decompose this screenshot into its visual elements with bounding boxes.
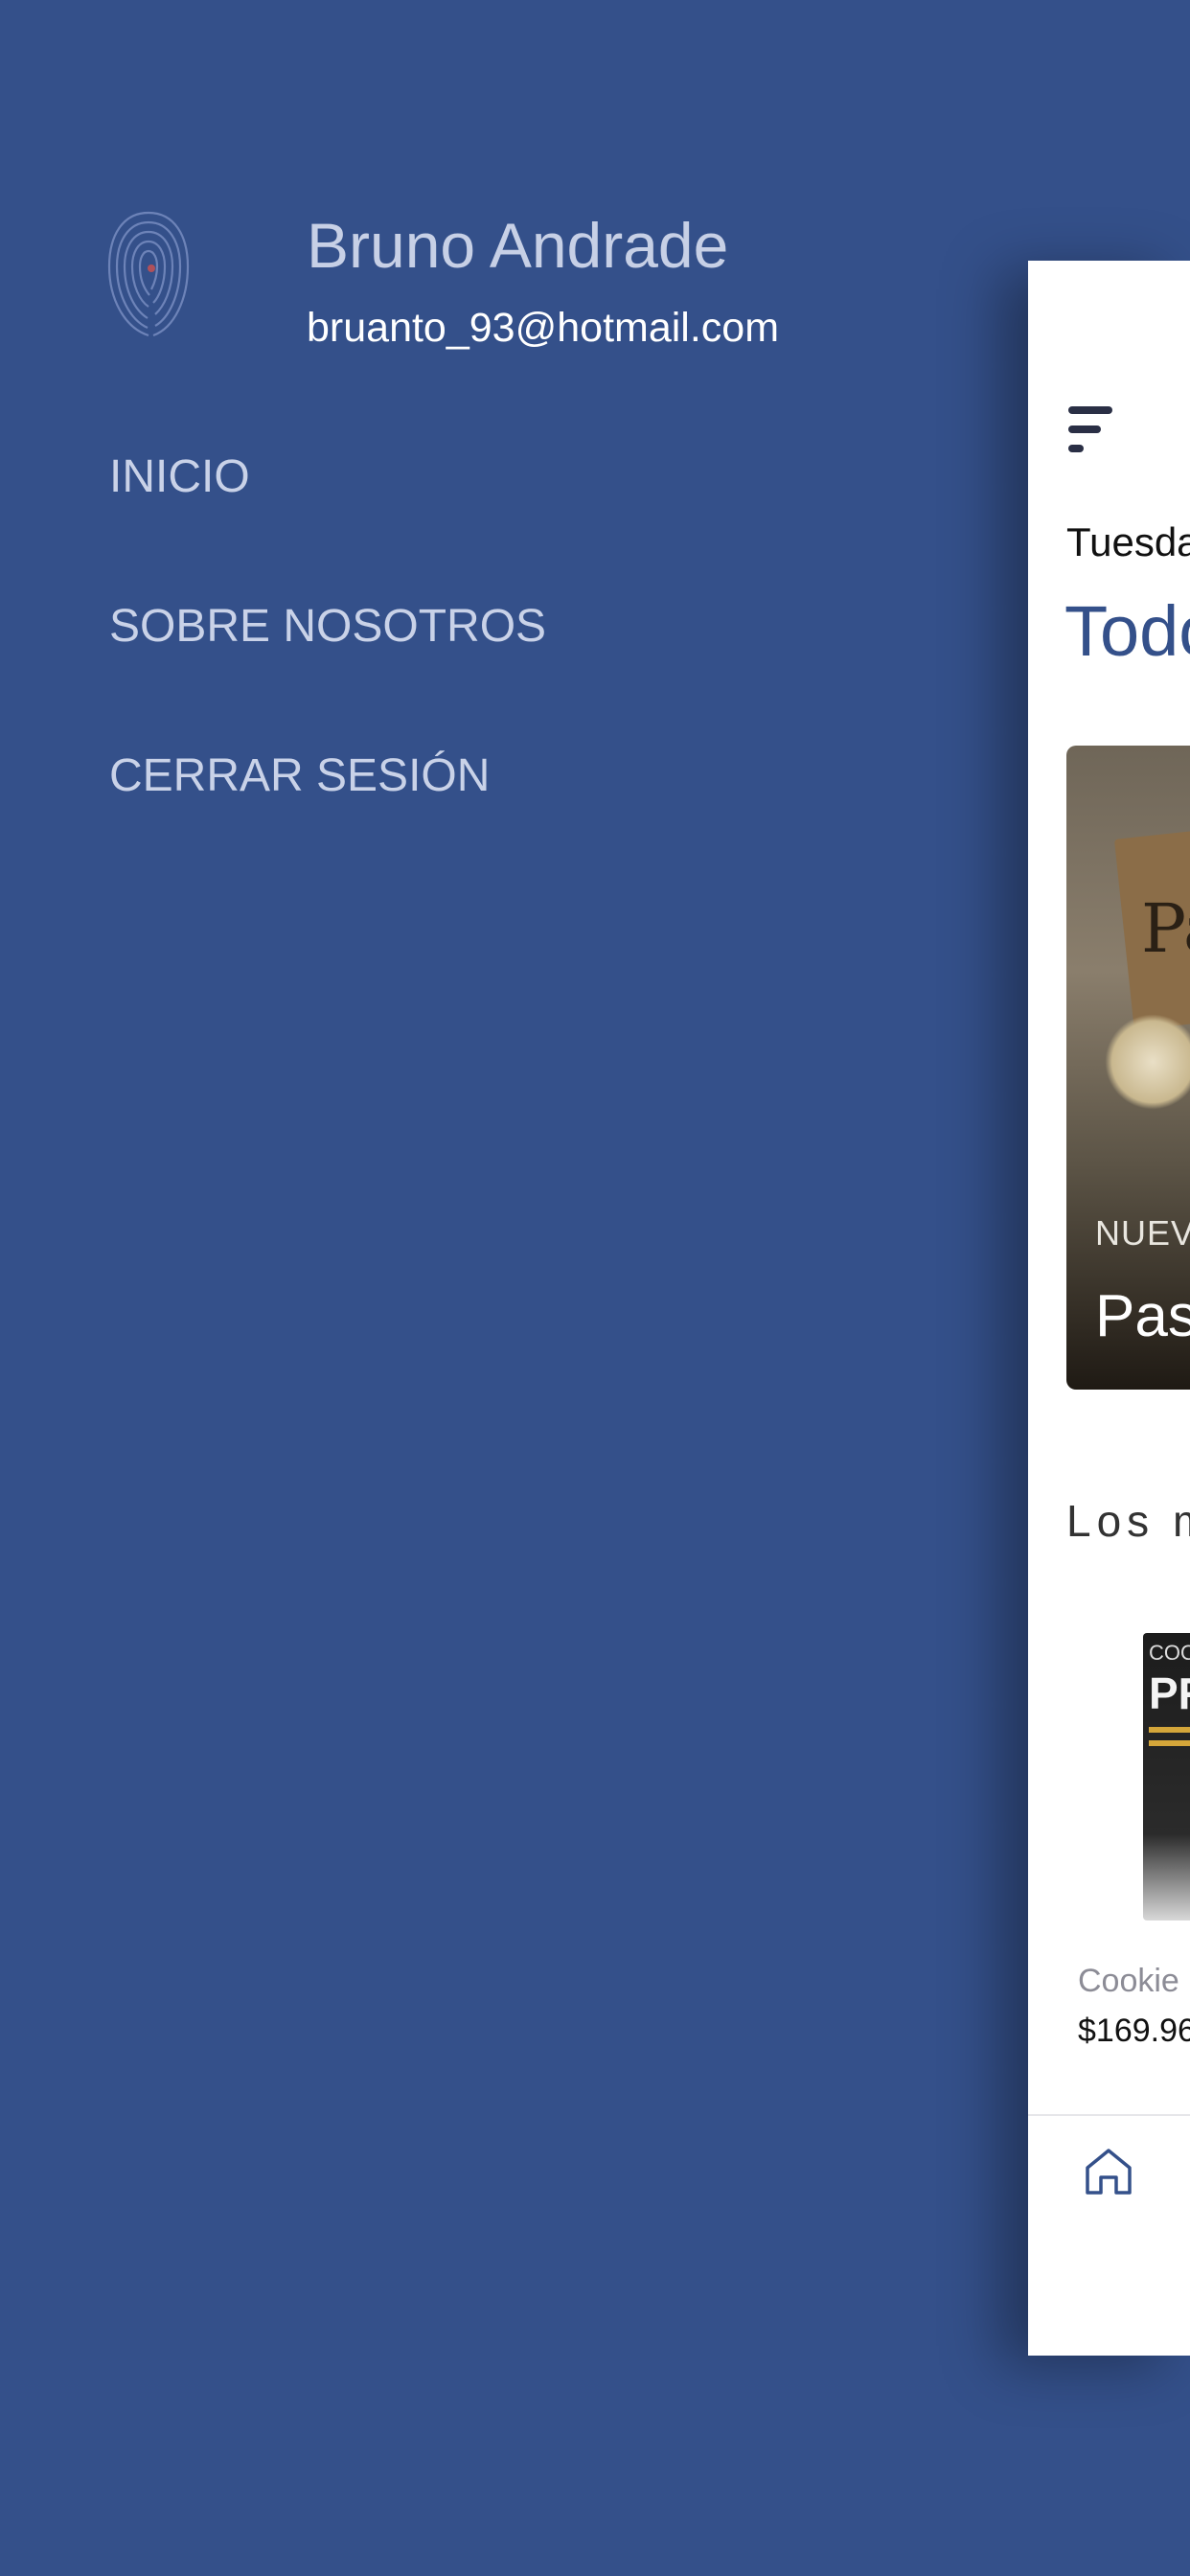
product-box-label-big: PR xyxy=(1149,1668,1190,1718)
featured-card[interactable]: Pa NUEV Pas xyxy=(1066,746,1190,1390)
product-price: $169.96 xyxy=(1078,2012,1190,2049)
featured-headline: Pas xyxy=(1095,1283,1190,1349)
product-image[interactable]: COOK PR xyxy=(1143,1633,1190,1920)
home-icon[interactable] xyxy=(1082,2145,1135,2198)
hero-sign-text: Pa xyxy=(1141,889,1190,968)
popular-section-title: Los m xyxy=(1066,1496,1190,1546)
featured-tag: NUEV xyxy=(1095,1213,1190,1253)
product-box-stripe xyxy=(1149,1740,1190,1746)
main-screen-card[interactable]: Tuesda Todo Pa NUEV Pas Los m COOK PR Co… xyxy=(1028,261,1190,2356)
page-title: Todo xyxy=(1064,591,1190,671)
menu-item-sobre-nosotros[interactable]: SOBRE NOSOTROS xyxy=(109,592,546,742)
user-name: Bruno Andrade xyxy=(307,210,729,281)
bottom-nav-bar xyxy=(1028,2114,1190,2356)
fingerprint-icon[interactable] xyxy=(103,207,194,341)
product-box-label-small: COOK xyxy=(1149,1641,1190,1665)
hero-rope-image xyxy=(1105,1014,1190,1110)
product-box-stripe xyxy=(1149,1727,1190,1733)
date-label: Tuesda xyxy=(1066,519,1190,564)
side-drawer: Bruno Andrade bruanto_93@hotmail.com INI… xyxy=(0,0,1190,2576)
menu-item-inicio[interactable]: INICIO xyxy=(109,443,546,592)
menu-item-cerrar-sesion[interactable]: CERRAR SESIÓN xyxy=(109,742,546,891)
hamburger-icon[interactable] xyxy=(1068,406,1118,452)
drawer-menu: INICIO SOBRE NOSOTROS CERRAR SESIÓN xyxy=(109,443,546,891)
user-email: bruanto_93@hotmail.com xyxy=(307,305,780,351)
fingerprint-icon-svg xyxy=(107,211,190,337)
product-name[interactable]: Cookie P xyxy=(1078,1963,1190,2000)
